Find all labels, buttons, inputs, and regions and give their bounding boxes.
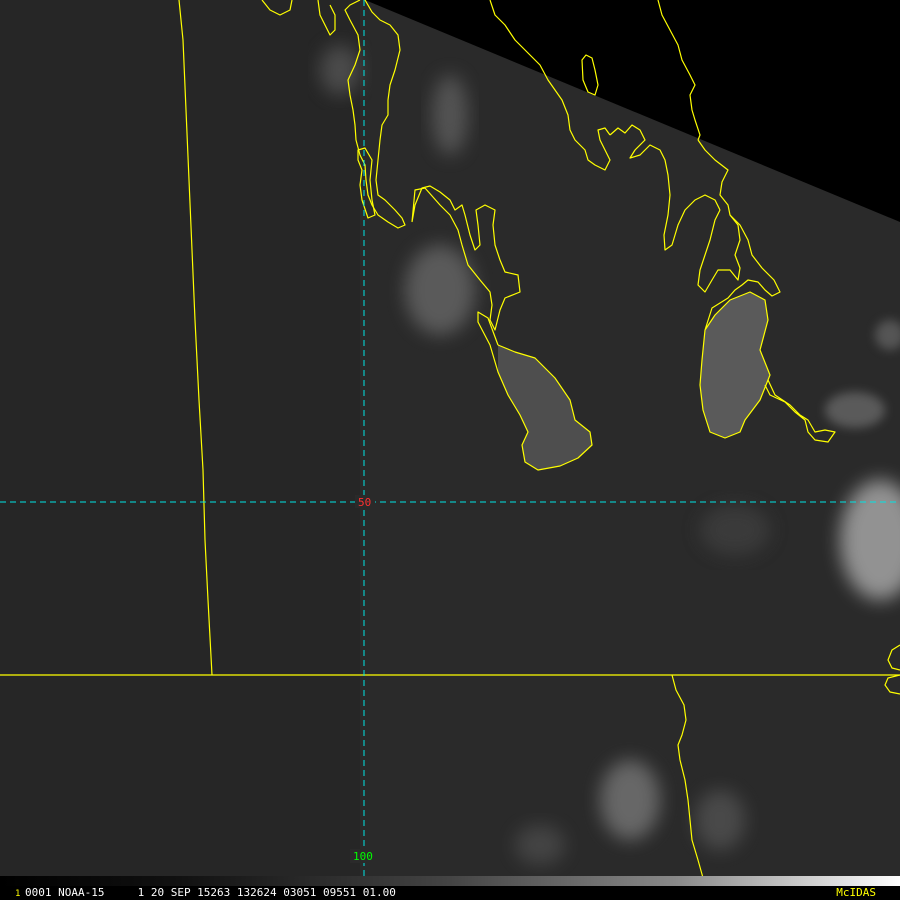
cloud-patch	[405, 245, 475, 335]
cloud-patch	[700, 505, 770, 555]
cloud-patch	[432, 75, 468, 155]
latitude-label-50: 50	[358, 496, 371, 509]
cloud-patch	[695, 790, 745, 850]
mcidas-brand: McIDAS	[836, 886, 876, 899]
image-dark-west	[0, 0, 360, 880]
image-info-text: 0001 NOAA-15 1 20 SEP 15263 132624 03051…	[25, 886, 396, 899]
cloud-patch	[320, 45, 360, 95]
longitude-label-100: 100	[353, 850, 373, 863]
cloud-patch	[825, 392, 885, 428]
grayscale-bar	[0, 876, 900, 886]
frame-number: 1	[15, 889, 21, 899]
cloud-patch	[515, 825, 565, 865]
cloud-patch	[600, 760, 660, 840]
satellite-image-map: 50 100	[0, 0, 900, 900]
